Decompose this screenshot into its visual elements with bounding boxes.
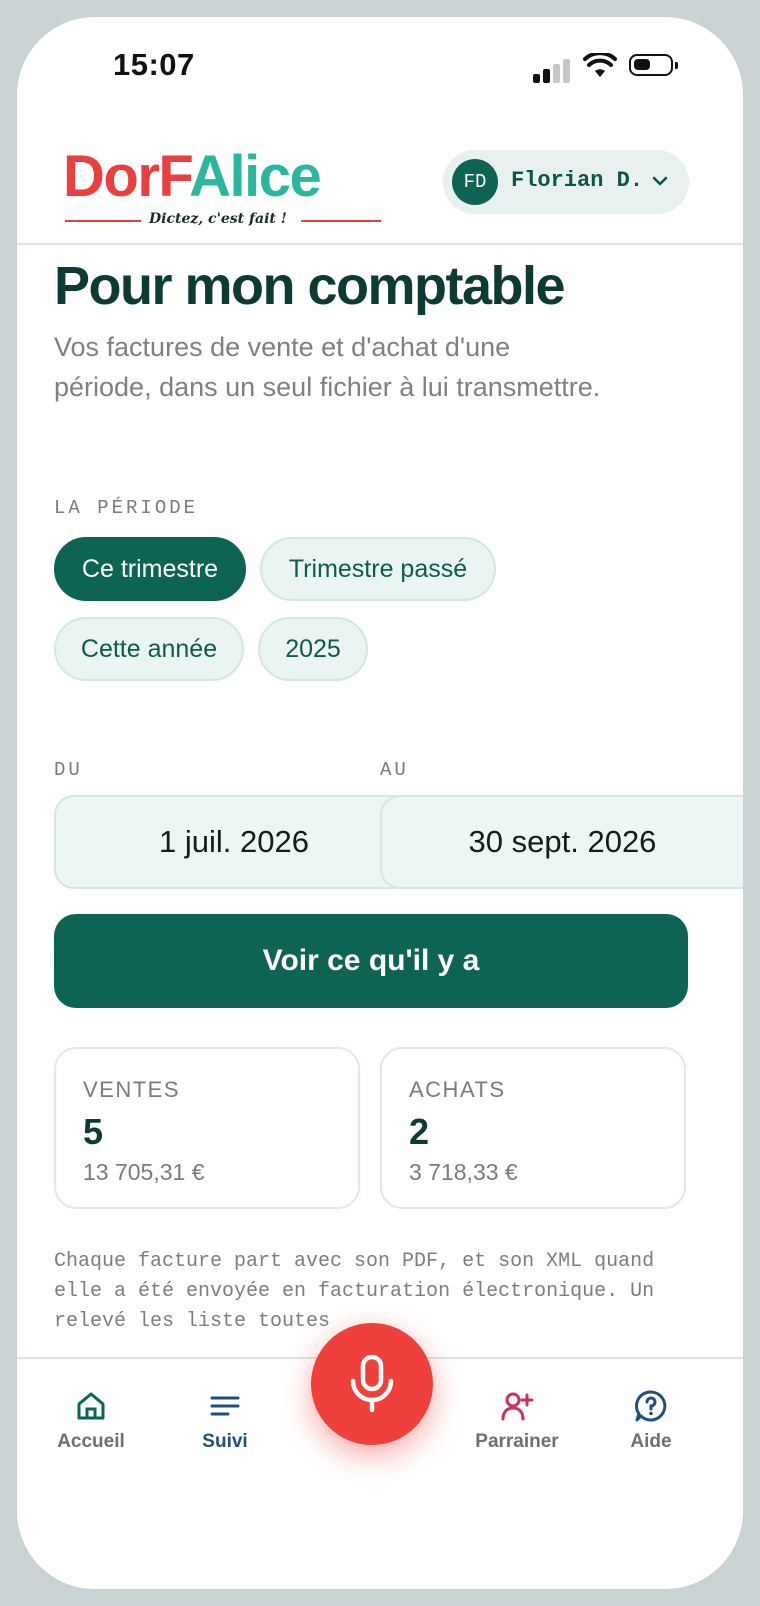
sales-amount: 13 705,31 € <box>83 1159 205 1185</box>
tab-aide[interactable]: Aide <box>591 1389 711 1453</box>
sales-card[interactable]: VENTES 5 13 705,31 € <box>54 1047 360 1209</box>
view-button[interactable]: Voir ce qu'il y a <box>54 914 688 1008</box>
battery-icon <box>629 54 678 76</box>
home-icon <box>77 1392 105 1420</box>
app-screen: 15:07 DorFAlice Dictez, c'est fait ! FD … <box>17 17 743 1589</box>
tab-label-accueil: Accueil <box>57 1431 125 1452</box>
page-title: Pour mon comptable <box>54 256 566 316</box>
date-to-label: AU <box>380 759 409 781</box>
sales-label: VENTES <box>83 1077 181 1102</box>
date-from-field[interactable]: 1 juil. 2026 <box>54 795 414 889</box>
logo-part2: Alice <box>189 144 322 209</box>
cellular-signal-icon <box>533 57 573 83</box>
tab-label-suivi: Suivi <box>202 1431 248 1452</box>
purchases-label: ACHATS <box>409 1077 506 1102</box>
app-logo: DorFAlice Dictez, c'est fait ! <box>63 144 381 227</box>
logo-part1: DorF <box>63 144 191 209</box>
period-chip-2025[interactable]: 2025 <box>258 617 368 681</box>
microphone-icon <box>350 1355 394 1413</box>
purchases-amount: 3 718,33 € <box>409 1159 518 1185</box>
status-time: 15:07 <box>113 47 195 82</box>
period-chip-last-quarter[interactable]: Trimestre passé <box>260 537 496 601</box>
user-menu-button[interactable]: FD Florian D. <box>443 150 689 214</box>
sales-count: 5 <box>83 1111 104 1152</box>
tab-label-parrainer: Parrainer <box>475 1431 559 1452</box>
wifi-icon <box>583 53 617 77</box>
user-plus-icon <box>501 1392 534 1421</box>
header-divider <box>17 243 743 245</box>
chevron-down-icon <box>652 176 668 186</box>
device-frame: 15:07 DorFAlice Dictez, c'est fait ! FD … <box>0 0 760 1606</box>
tab-suivi[interactable]: Suivi <box>165 1389 285 1453</box>
tab-label-aide: Aide <box>630 1431 672 1452</box>
help-icon <box>635 1390 667 1422</box>
logo-tagline: Dictez, c'est fait ! <box>149 211 287 227</box>
tab-accueil[interactable]: Accueil <box>31 1389 151 1453</box>
period-label: LA PÉRIODE <box>54 497 199 519</box>
tab-parrainer[interactable]: Parrainer <box>457 1389 577 1453</box>
date-from-label: DU <box>54 759 83 781</box>
date-to-field[interactable]: 30 sept. 2026 <box>380 795 743 889</box>
dictate-button[interactable] <box>311 1323 433 1445</box>
period-chip-this-year[interactable]: Cette année <box>54 617 244 681</box>
list-icon <box>210 1396 240 1416</box>
user-name: Florian D. <box>511 168 644 193</box>
avatar: FD <box>452 159 498 205</box>
purchases-card[interactable]: ACHATS 2 3 718,33 € <box>380 1047 686 1209</box>
period-chip-this-quarter[interactable]: Ce trimestre <box>54 537 246 601</box>
purchases-count: 2 <box>409 1111 430 1152</box>
page-description: Vos factures de vente et d'achat d'une p… <box>54 332 601 402</box>
